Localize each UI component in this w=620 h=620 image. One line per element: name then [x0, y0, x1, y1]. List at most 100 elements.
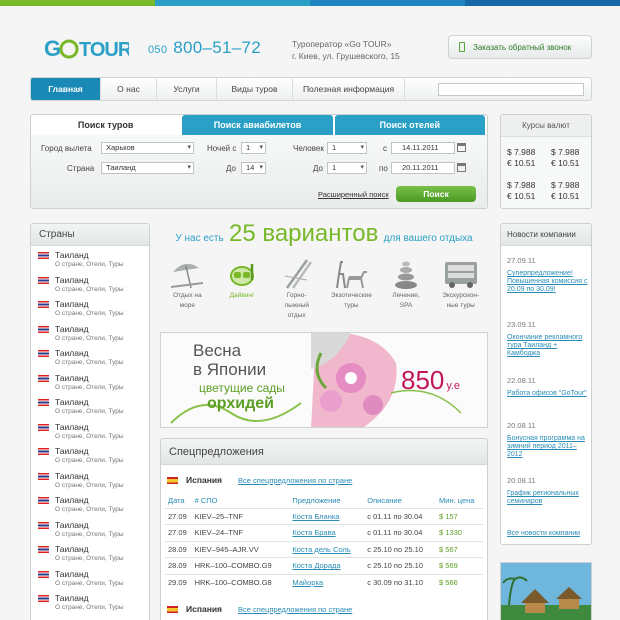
country-links[interactable]: О стране, Отели, Туры: [55, 260, 149, 269]
country-item[interactable]: ТаиландО стране, Отели, Туры: [31, 271, 149, 296]
news-link[interactable]: Окончание рекламного тура Таиланд + Камб…: [507, 334, 589, 358]
news-link[interactable]: Работа офисов "GoTour": [507, 390, 589, 398]
country-item[interactable]: ТаиландО стране, Отели, Туры: [31, 320, 149, 345]
news-link[interactable]: Бонусная программа на зимний период 2011…: [507, 435, 589, 459]
country-name[interactable]: Таиланд: [55, 496, 149, 505]
callback-button[interactable]: Заказать обратный звонок: [448, 35, 592, 59]
advanced-search-link[interactable]: Расширенный поиск: [318, 190, 389, 199]
gotour-logo[interactable]: G TOUR: [44, 34, 129, 62]
country-name[interactable]: Таиланд: [55, 398, 149, 407]
country-item[interactable]: ТаиландО стране, Отели, Туры: [31, 540, 149, 565]
nav-item-useful-info[interactable]: Полезная информация: [293, 78, 405, 100]
country-name[interactable]: Таиланд: [55, 275, 149, 285]
tab-tour-search[interactable]: Поиск туров: [31, 115, 181, 135]
find-button[interactable]: Поиск: [396, 186, 476, 202]
offer-link[interactable]: Коста Бланка: [289, 507, 365, 525]
nav-item-about[interactable]: О нас: [101, 78, 157, 100]
country-item[interactable]: ТаиландО стране, Отели, Туры: [31, 369, 149, 394]
country-select[interactable]: Таиланд: [101, 162, 194, 174]
calendar-icon[interactable]: [457, 163, 466, 172]
country-item[interactable]: ТаиландО стране, Отели, Туры: [31, 442, 149, 467]
country-links[interactable]: О стране, Отели, Туры: [55, 432, 149, 441]
news-link[interactable]: График региональных семинаров: [507, 490, 589, 506]
country-name[interactable]: Таиланд: [55, 471, 149, 481]
country-name[interactable]: Таиланд: [55, 251, 149, 260]
all-offers-link[interactable]: Все спецпредложения по стране: [238, 476, 352, 485]
nights-from-select[interactable]: 1: [241, 142, 266, 154]
phone-icon: [459, 42, 465, 52]
offer-date: 28.09: [165, 557, 192, 574]
country-links[interactable]: О стране, Отели, Туры: [55, 530, 149, 539]
country-item[interactable]: ТаиландО стране, Отели, Туры: [31, 516, 149, 541]
country-name[interactable]: Таиланд: [55, 349, 149, 358]
offer-link[interactable]: Коста дель Соль: [289, 540, 365, 558]
headline-after: для вашего отдыха: [383, 233, 473, 244]
nav-item-services[interactable]: Услуги: [157, 78, 217, 100]
category-excursion[interactable]: Экскурсион-ные туры: [433, 258, 488, 324]
countries-panel: Страны Таиланд О стране, Отели, Туры Таила…: [30, 223, 150, 620]
country-links[interactable]: О стране, Отели, Туры: [55, 309, 149, 318]
offer-link[interactable]: Коста Брава: [289, 524, 365, 541]
country-links[interactable]: О стране, Отели, Туры: [55, 603, 149, 612]
departure-select[interactable]: Харьков: [101, 142, 194, 154]
nights-to-select[interactable]: 14: [241, 162, 266, 174]
search-input[interactable]: [438, 82, 584, 96]
category-diving[interactable]: Дайвинг: [215, 258, 270, 324]
category-exotic[interactable]: Экзотические туры: [324, 258, 379, 324]
people-to-select[interactable]: 1: [327, 162, 367, 174]
country-name[interactable]: Таиланд: [55, 373, 149, 383]
currency-rates: Курсы валют $ 7.988 € 10.51 $ 7.988 € 10…: [500, 114, 592, 209]
country-links[interactable]: О стране, Отели, Туры: [55, 481, 149, 490]
calendar-icon[interactable]: [457, 143, 466, 152]
country-name[interactable]: Таиланд: [55, 520, 149, 530]
date-from-input[interactable]: 14.11.2011: [391, 142, 455, 154]
category-beach[interactable]: Отдых на море: [160, 258, 215, 324]
country-links[interactable]: О стране, Отели, Туры: [55, 334, 149, 343]
country-item[interactable]: ТаиландО стране, Отели, Туры: [31, 418, 149, 443]
country-links[interactable]: О стране, Отели, Туры: [55, 554, 149, 563]
news-date: 20.08.11: [507, 421, 536, 430]
country-links[interactable]: О стране, Отели, Туры: [55, 407, 149, 416]
category-label: туры: [344, 302, 359, 309]
country-item[interactable]: ТаиландО стране, Отели, Туры: [31, 491, 149, 516]
tab-flight-search[interactable]: Поиск авиабилетов: [182, 115, 333, 135]
all-offers-link[interactable]: Все спецпредложения по стране: [238, 605, 352, 614]
people-from-select[interactable]: 1: [327, 142, 367, 154]
country-links[interactable]: О стране, Отели, Туры: [55, 505, 149, 514]
offer-link[interactable]: Коста Дорада: [289, 557, 365, 574]
offer-code: HRK–100–COMBO.G9: [191, 557, 290, 574]
country-item[interactable]: ТаиландО стране, Отели, Туры: [31, 344, 149, 369]
all-news-link[interactable]: Все новости компании: [507, 530, 580, 537]
country-item[interactable]: ТаиландО стране, Отели, Туры: [31, 393, 149, 418]
country-name[interactable]: Таиланд: [55, 447, 149, 456]
country-links[interactable]: О стране, Отели, Туры: [55, 358, 149, 367]
category-ski[interactable]: Горно-лыжный отдых: [269, 258, 324, 324]
country-links[interactable]: О стране, Отели, Туры: [55, 579, 149, 588]
country-item[interactable]: ТаиландО стране, Отели, Туры: [31, 565, 149, 590]
country-item[interactable]: ТаиландО стране, Отели, Туры: [31, 467, 149, 492]
country-name[interactable]: Таиланд: [55, 545, 149, 554]
country-name[interactable]: Таиланд: [55, 324, 149, 334]
country-links[interactable]: О стране, Отели, Туры: [55, 456, 149, 465]
country-name[interactable]: Таиланд: [55, 594, 149, 603]
resort-photo[interactable]: [500, 562, 592, 620]
date-to-input[interactable]: 20.11.2011: [391, 162, 455, 174]
headline-big: 25 вариантов: [228, 220, 379, 247]
offer-period: с 30.09 по 31.10: [364, 573, 437, 591]
category-spa[interactable]: Лечение, SPA: [379, 258, 434, 324]
country-name[interactable]: Таиланд: [55, 422, 149, 432]
country-item[interactable]: ТаиландО стране, Отели, Туры: [31, 295, 149, 320]
promo-banner[interactable]: Весна в Японии цветущие сады орхидей 850…: [160, 332, 488, 428]
nav-item-home[interactable]: Главная: [31, 78, 101, 100]
country-links[interactable]: О стране, Отели, Туры: [55, 383, 149, 392]
country-name[interactable]: Таиланд: [55, 300, 149, 309]
tab-hotel-search[interactable]: Поиск отелей: [334, 115, 485, 135]
nav-item-tour-types[interactable]: Виды туров: [217, 78, 293, 100]
country-item[interactable]: ТаиландО стране, Отели, Туры: [31, 614, 149, 620]
country-name[interactable]: Таиланд: [55, 569, 149, 579]
offer-link[interactable]: Майорка: [289, 573, 365, 591]
country-item[interactable]: ТаиландО стране, Отели, Туры: [31, 589, 149, 614]
country-links[interactable]: О стране, Отели, Туры: [55, 285, 149, 294]
country-item[interactable]: ТаиландО стране, Отели, Туры: [31, 246, 149, 271]
news-link[interactable]: Суперпредложение! Повышенная комиссия с …: [507, 270, 589, 294]
